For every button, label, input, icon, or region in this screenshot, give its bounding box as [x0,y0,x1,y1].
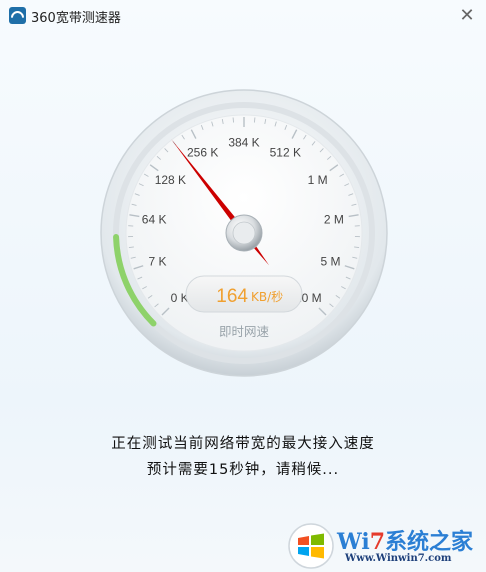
gauge-tick [128,246,134,248]
gauge-tick-label: 64 K [142,212,167,226]
watermark-brand-suffix: 系统之家 [385,529,474,555]
watermark-brand-seven: 7 [369,529,385,555]
status-line-1: 正在测试当前网络带宽的最大接入速度 [111,436,375,452]
app-speedometer-icon [9,7,26,24]
title-bar[interactable]: 360宽带测速器 ✕ [0,0,486,34]
windows-logo-icon [288,523,334,569]
status-line-2: 预计需要15秒钟，请稍候... [146,462,340,478]
gauge-tick-label: 7 K [148,255,166,269]
gauge-tick-label: 1 M [308,173,328,187]
gauge-tick-label: 256 K [187,145,218,159]
close-button[interactable]: ✕ [458,7,476,25]
gauge-tick-label: 384 K [228,136,259,150]
window-title: 360宽带测速器 [31,11,121,26]
gauge-tick-label: 512 K [270,145,301,159]
speed-value: 164 [216,286,248,307]
gauge-hub-cap [232,221,256,245]
watermark-url: Www.Winwin7.com [345,553,452,564]
speed-gauge: 0 K7 K64 K128 K256 K384 K512 K1 M2 M5 M1… [100,89,388,377]
watermark-brand-prefix: Wi [337,529,370,555]
gauge-tick [354,246,360,248]
gauge-tick-label: 5 M [321,255,341,269]
watermark: Wi7系统之家 Www.Winwin7.com [285,520,485,572]
app-window: 360宽带测速器 ✕ 0 K 7 K 64 K 128 K 256 K 384 … [0,0,486,572]
watermark-brand: Wi7系统之家 [337,524,473,556]
speed-unit: KB/秒 [251,290,283,304]
gauge-caption: 即时网速 [219,324,270,339]
gauge-tick-label: 128 K [155,173,186,187]
gauge-tick-label: 2 M [324,212,344,226]
